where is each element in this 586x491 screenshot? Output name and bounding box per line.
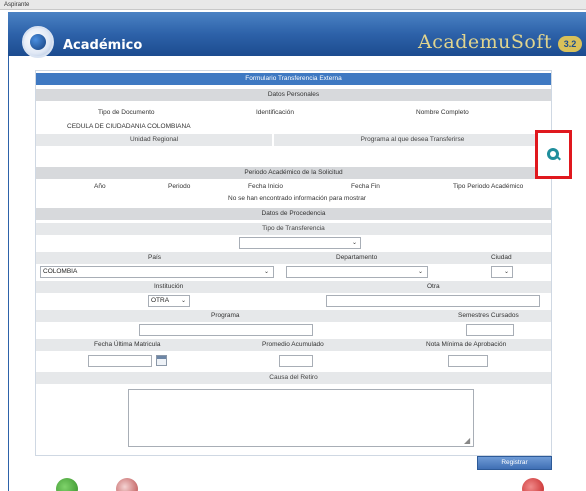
full-name-label: Nombre Completo [416,109,469,116]
transfer-form: Formulario Transferencia Externa Datos P… [35,70,552,456]
period-section-header: Periodo Académico de la Solicitud [36,167,551,179]
brand-version: 3.2 [558,36,582,52]
semesters-label: Semestres Cursados [458,312,519,319]
resize-grip-icon[interactable]: ◢ [464,436,470,445]
city-select[interactable]: ⌄ [491,266,513,278]
app-logo-icon [22,26,54,58]
semesters-input[interactable] [466,324,514,336]
program-input[interactable] [139,324,313,336]
empty-message: No se han encontrado información para mo… [228,195,367,202]
country-select[interactable]: COLOMBIA ⌄ [40,266,274,278]
app-title: Académico [63,38,143,53]
department-select[interactable]: ⌄ [286,266,428,278]
regional-label: Unidad Regional [36,134,272,146]
average-input[interactable] [279,355,313,367]
col-start-date: Fecha Inicio [248,183,284,190]
brand-logo: AcademuSoft [418,31,552,53]
col-end-date: Fecha Fin [351,183,380,190]
min-grade-input[interactable] [448,355,488,367]
chevron-down-icon: ⌄ [417,269,423,275]
search-icon[interactable] [547,148,559,160]
doc-type-value: CEDULA DE CIUDADANIA COLOMBIANA [67,123,191,130]
program-transfer-label: Programa al que desea Transferirse [274,134,551,146]
country-label: País [148,254,162,261]
transfer-type-select[interactable]: ⌄ [239,237,361,249]
window-title: Aspirante [0,0,586,10]
last-enrollment-label: Fecha Última Matricula [94,341,161,348]
register-button[interactable]: Registrar [477,456,552,470]
doc-type-label: Tipo de Documento [98,109,155,116]
institution-label: Institución [154,283,184,290]
calendar-icon[interactable] [156,355,167,366]
department-label: Departamento [336,254,378,261]
institution-select[interactable]: OTRA ⌄ [148,295,190,307]
transfer-type-label: Tipo de Transferencia [36,223,551,235]
chevron-down-icon: ⌄ [351,240,357,246]
origin-section-header: Datos de Procedencia [36,208,551,220]
col-period: Periodo [168,183,191,190]
id-label: Identificación [256,109,294,116]
col-period-type: Tipo Periodo Académico [453,183,524,190]
chevron-down-icon: ⌄ [503,269,509,275]
withdrawal-reason-textarea[interactable] [128,389,474,447]
chevron-down-icon: ⌄ [180,298,186,304]
other-institution-input[interactable] [326,295,540,307]
withdrawal-label: Causa del Retiro [36,372,551,384]
form-title: Formulario Transferencia Externa [36,73,551,85]
city-label: Ciudad [491,254,512,261]
personal-section-header: Datos Personales [36,89,551,101]
other-label: Otra [427,283,440,290]
app-header: Académico AcademuSoft 3.2 [8,12,586,58]
col-year: Año [94,183,106,190]
min-grade-label: Nota Mínima de Aprobación [426,341,507,348]
chevron-down-icon: ⌄ [263,269,269,275]
program-label: Programa [211,312,240,319]
institution-labels-bar [36,281,551,293]
program-search-highlight [535,130,572,179]
average-label: Promedio Acumulado [262,341,324,348]
location-labels-bar [36,252,551,264]
last-enrollment-date-input[interactable] [88,355,152,367]
